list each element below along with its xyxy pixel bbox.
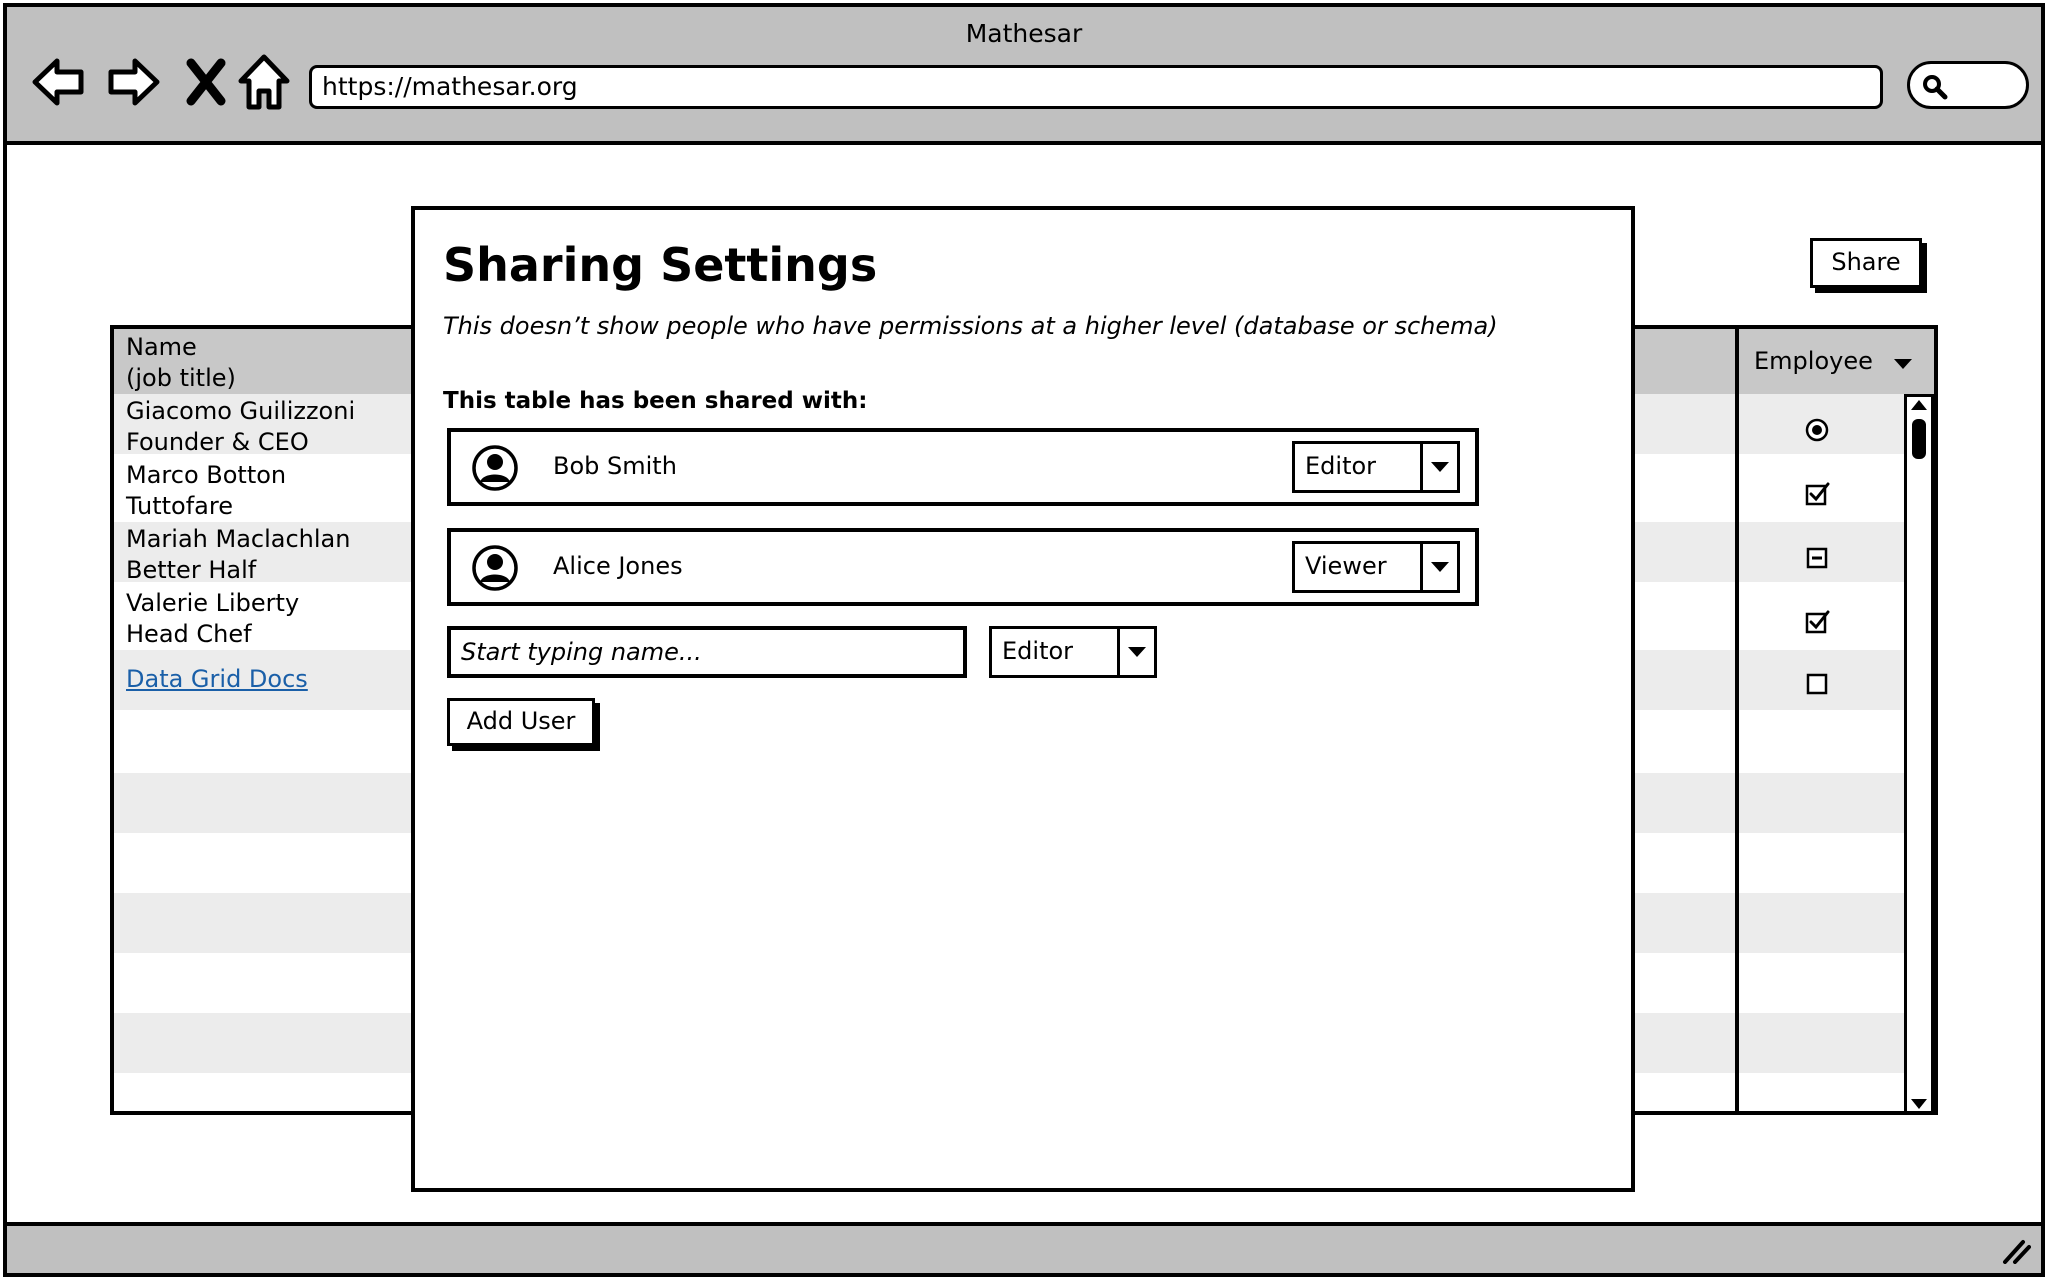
add-user-button[interactable]: Add User bbox=[447, 698, 595, 746]
resize-grip-icon[interactable] bbox=[2001, 1238, 2031, 1264]
data-grid-docs-link[interactable]: Data Grid Docs bbox=[126, 665, 308, 693]
scroll-up-icon[interactable] bbox=[1911, 400, 1927, 410]
browser-toolbar: Mathesar https://mathesar.org bbox=[7, 7, 2041, 145]
user-name: Bob Smith bbox=[553, 452, 677, 480]
close-icon[interactable] bbox=[175, 51, 237, 113]
role-select[interactable]: Editor bbox=[1292, 441, 1460, 493]
column-header-name[interactable]: Name (job title) bbox=[126, 332, 236, 394]
chevron-down-icon[interactable] bbox=[1894, 359, 1912, 369]
chevron-down-icon[interactable] bbox=[1431, 562, 1449, 572]
vertical-scrollbar[interactable] bbox=[1904, 394, 1934, 1111]
url-bar[interactable]: https://mathesar.org bbox=[309, 65, 1883, 109]
forward-arrow-icon[interactable] bbox=[101, 51, 163, 113]
search-icon bbox=[1923, 75, 1948, 100]
checkbox-indeterminate-icon[interactable] bbox=[1804, 545, 1830, 571]
share-button[interactable]: Share bbox=[1810, 238, 1922, 288]
new-user-role-select[interactable]: Editor bbox=[989, 626, 1157, 678]
status-bar bbox=[7, 1222, 2041, 1273]
chevron-down-icon[interactable] bbox=[1431, 462, 1449, 472]
checkbox-checked-icon[interactable] bbox=[1804, 609, 1830, 635]
table-row[interactable]: Marco Botton Tuttofare bbox=[126, 460, 286, 522]
home-icon[interactable] bbox=[233, 51, 295, 113]
chevron-down-icon[interactable] bbox=[1128, 647, 1146, 657]
scrollbar-thumb[interactable] bbox=[1912, 419, 1926, 459]
window-title: Mathesar bbox=[965, 19, 1083, 48]
dialog-title: Sharing Settings bbox=[443, 238, 878, 292]
search-field[interactable] bbox=[1907, 61, 2029, 109]
sharing-settings-dialog: Sharing Settings This doesn’t show peopl… bbox=[411, 206, 1635, 1192]
permissions-note: This doesn’t show people who have permis… bbox=[443, 312, 1498, 340]
table-row[interactable]: Mariah Maclachlan Better Half bbox=[126, 524, 350, 586]
role-select[interactable]: Viewer bbox=[1292, 541, 1460, 593]
scroll-down-icon[interactable] bbox=[1911, 1099, 1927, 1109]
back-arrow-icon[interactable] bbox=[29, 51, 91, 113]
user-name: Alice Jones bbox=[553, 552, 683, 580]
table-row[interactable]: Giacomo Guilizzoni Founder & CEO bbox=[126, 396, 355, 458]
user-avatar-icon bbox=[472, 545, 518, 591]
table-row[interactable]: Valerie Liberty Head Chef bbox=[126, 588, 299, 650]
radio-selected-icon[interactable] bbox=[1804, 417, 1830, 443]
checkbox-checked-icon[interactable] bbox=[1804, 481, 1830, 507]
column-header-employee[interactable]: Employee bbox=[1754, 347, 1873, 375]
user-avatar-icon bbox=[472, 445, 518, 491]
column-divider bbox=[1735, 329, 1739, 1111]
user-search-input[interactable]: Start typing name... bbox=[447, 626, 967, 678]
checkbox-empty-icon[interactable] bbox=[1804, 671, 1830, 697]
shared-with-heading: This table has been shared with: bbox=[443, 388, 868, 414]
